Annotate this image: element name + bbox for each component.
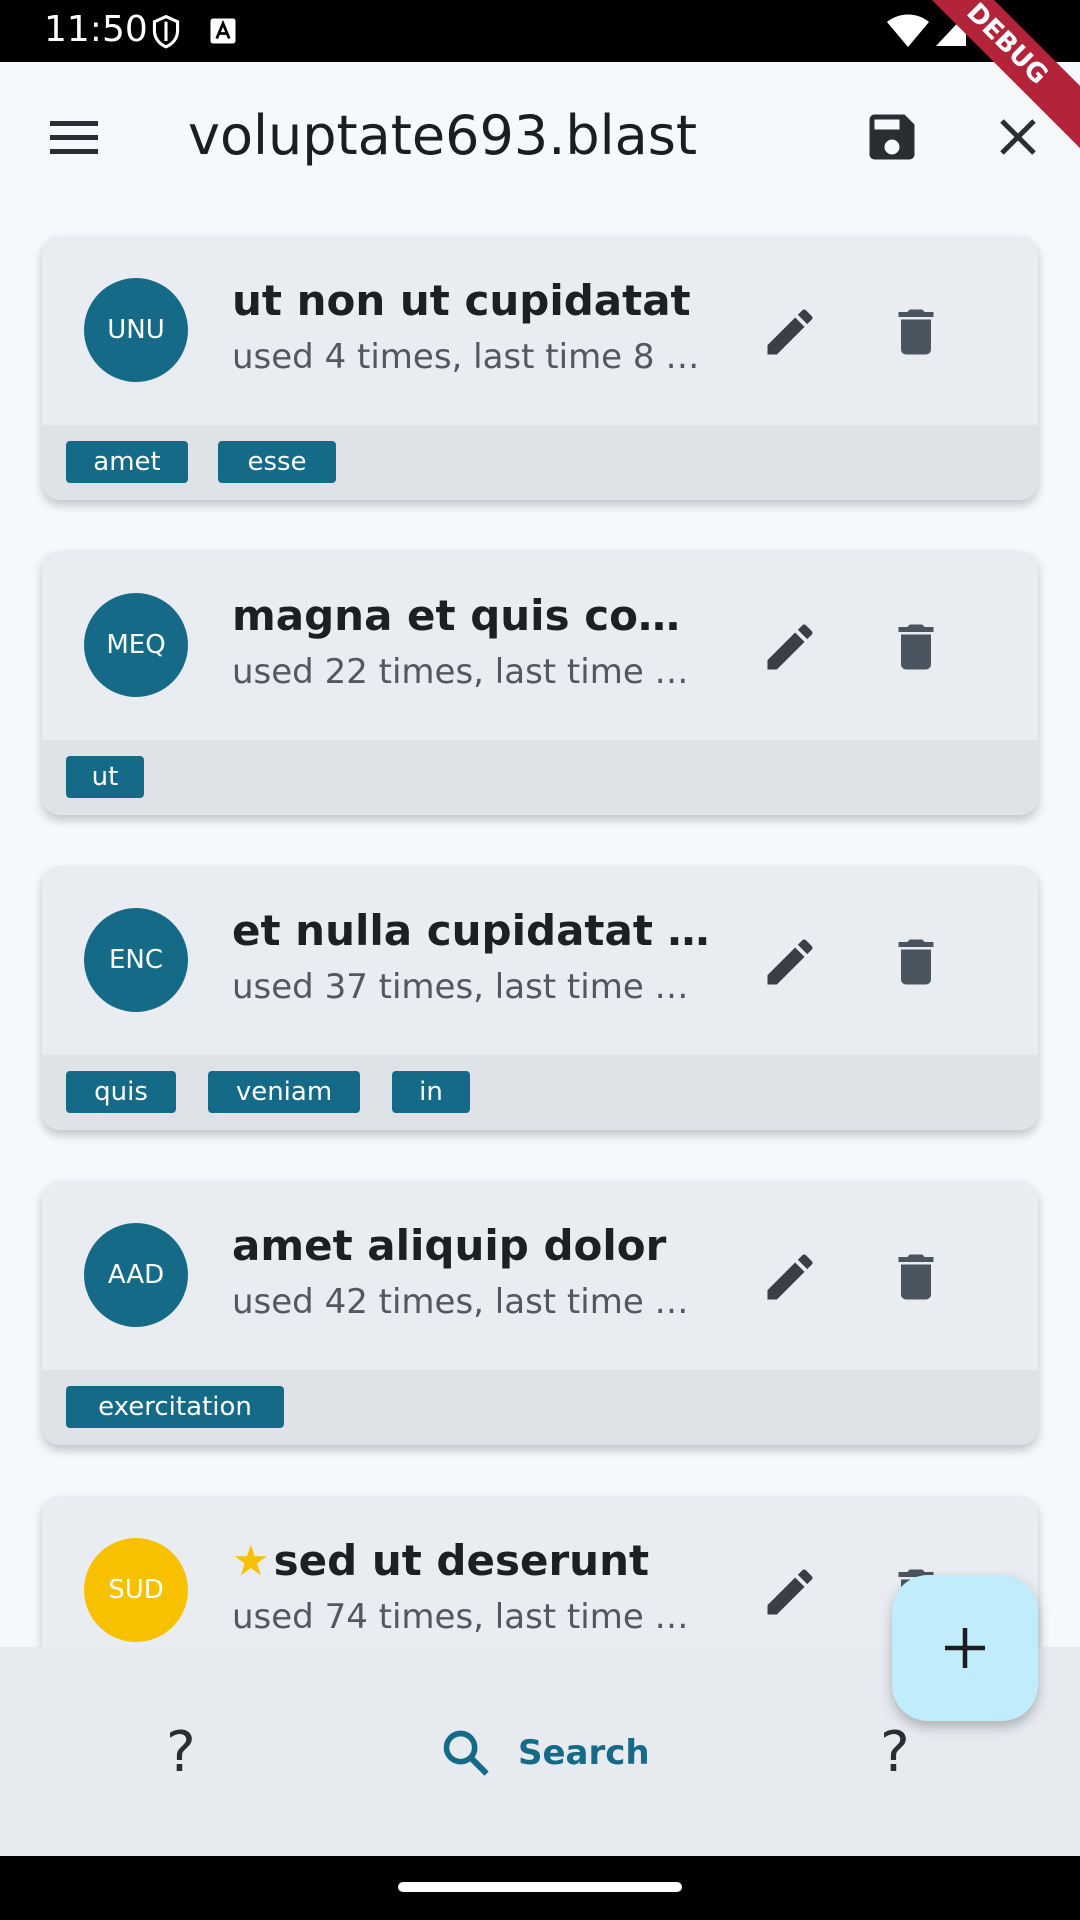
- tags-strip: amet esse: [42, 425, 1038, 500]
- tags-strip: quis veniam in: [42, 1055, 1038, 1130]
- tag-badge[interactable]: ut: [66, 756, 144, 798]
- delete-icon[interactable]: [886, 302, 946, 362]
- add-button[interactable]: [892, 1575, 1038, 1721]
- delete-icon[interactable]: [886, 1247, 946, 1307]
- app-bar: voluptate693.blast: [0, 62, 1080, 210]
- delete-icon[interactable]: [886, 617, 946, 677]
- card-main: MEQ magna et quis com… used 22 times, la…: [42, 551, 1038, 740]
- card-main: ENC et nulla cupidatat de… used 37 times…: [42, 866, 1038, 1055]
- avatar: MEQ: [84, 593, 188, 697]
- home-indicator[interactable]: [398, 1882, 682, 1892]
- close-icon[interactable]: [988, 107, 1048, 167]
- item-title-text: magna et quis com…: [232, 591, 722, 640]
- edit-icon[interactable]: [760, 302, 820, 362]
- tag-badge[interactable]: veniam: [208, 1071, 360, 1113]
- tag-badge[interactable]: esse: [218, 441, 336, 483]
- tag-badge[interactable]: quis: [66, 1071, 176, 1113]
- item-title: ★sed ut deserunt: [232, 1534, 722, 1588]
- list-item[interactable]: MEQ magna et quis com… used 22 times, la…: [42, 551, 1038, 815]
- shield-icon: [152, 14, 180, 49]
- nav-item-right[interactable]: ?: [880, 1723, 910, 1783]
- nav-item-left[interactable]: ?: [166, 1723, 196, 1783]
- item-title: magna et quis com…: [232, 589, 722, 643]
- system-nav-bar: [0, 1856, 1080, 1920]
- item-subtitle: used 74 times, last time …: [232, 1597, 689, 1637]
- wifi-icon: [887, 14, 929, 47]
- item-title-text: et nulla cupidatat de…: [232, 906, 722, 955]
- avatar: UNU: [84, 278, 188, 382]
- delete-icon[interactable]: [886, 932, 946, 992]
- list-item[interactable]: ENC et nulla cupidatat de… used 37 times…: [42, 866, 1038, 1130]
- item-list: UNU ut non ut cupidatat used 4 times, la…: [0, 210, 1080, 1647]
- text-format-icon: [210, 18, 236, 44]
- item-subtitle: used 37 times, last time …: [232, 967, 689, 1007]
- card-main: SUD ★sed ut deserunt used 74 times, last…: [42, 1496, 1038, 1647]
- item-subtitle: used 22 times, last time …: [232, 652, 689, 692]
- card-main: UNU ut non ut cupidatat used 4 times, la…: [42, 236, 1038, 425]
- item-title: ut non ut cupidatat: [232, 274, 722, 328]
- tags-strip: exercitation: [42, 1370, 1038, 1445]
- avatar: AAD: [84, 1223, 188, 1327]
- save-icon[interactable]: [862, 107, 922, 167]
- item-title-text: ut non ut cupidatat: [232, 276, 691, 325]
- item-title: et nulla cupidatat de…: [232, 904, 722, 958]
- avatar: ENC: [84, 908, 188, 1012]
- star-icon: ★: [232, 1536, 270, 1585]
- page-title: voluptate693.blast: [188, 104, 698, 167]
- card-main: AAD amet aliquip dolor used 42 times, la…: [42, 1181, 1038, 1370]
- list-item[interactable]: UNU ut non ut cupidatat used 4 times, la…: [42, 236, 1038, 500]
- item-title-text: sed ut deserunt: [273, 1536, 650, 1585]
- item-title: amet aliquip dolor: [232, 1219, 722, 1273]
- search-icon[interactable]: [440, 1727, 492, 1779]
- edit-icon[interactable]: [760, 1562, 820, 1622]
- avatar: SUD: [84, 1538, 188, 1642]
- tag-badge[interactable]: in: [392, 1071, 470, 1113]
- list-item[interactable]: SUD ★sed ut deserunt used 74 times, last…: [42, 1496, 1038, 1647]
- item-title-text: amet aliquip dolor: [232, 1221, 667, 1270]
- item-subtitle: used 42 times, last time …: [232, 1282, 689, 1322]
- tag-badge[interactable]: amet: [66, 441, 188, 483]
- tag-badge[interactable]: exercitation: [66, 1386, 284, 1428]
- plus-icon: [945, 1628, 985, 1668]
- edit-icon[interactable]: [760, 932, 820, 992]
- item-subtitle: used 4 times, last time 8 …: [232, 337, 700, 377]
- status-bar: 11:50 DEBUG: [0, 0, 1080, 148]
- status-time: 11:50: [44, 9, 148, 50]
- tags-strip: ut: [42, 740, 1038, 815]
- edit-icon[interactable]: [760, 1247, 820, 1307]
- list-item[interactable]: AAD amet aliquip dolor used 42 times, la…: [42, 1181, 1038, 1445]
- menu-icon[interactable]: [44, 108, 104, 168]
- nav-search-label[interactable]: Search: [518, 1727, 650, 1779]
- edit-icon[interactable]: [760, 617, 820, 677]
